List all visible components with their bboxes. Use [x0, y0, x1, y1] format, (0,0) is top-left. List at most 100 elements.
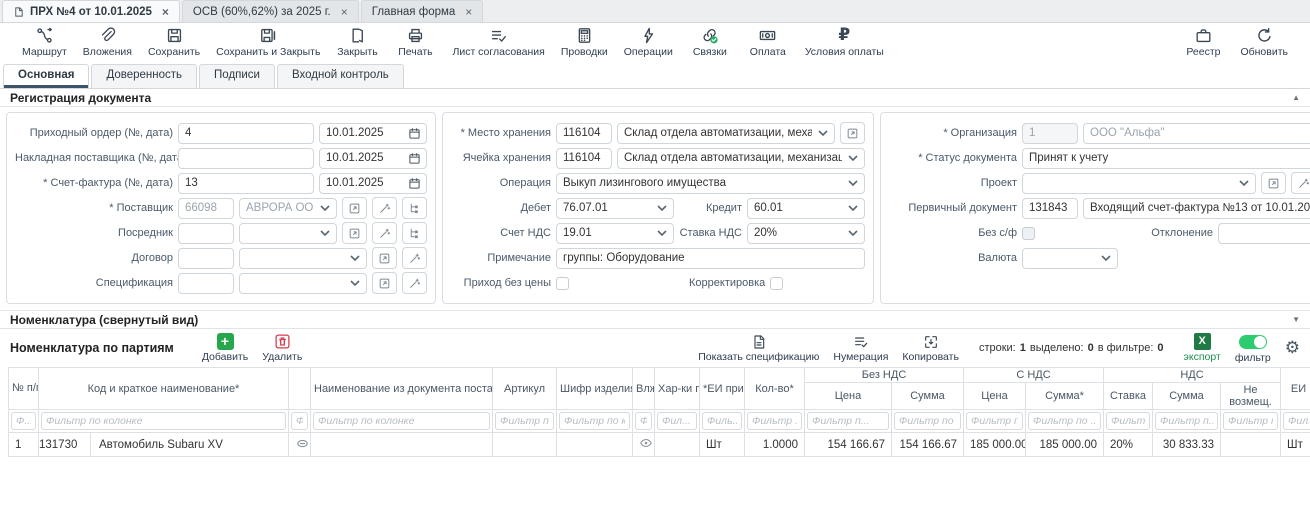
magic-wand-button[interactable] — [372, 197, 397, 219]
waybill-number-field[interactable] — [178, 148, 314, 169]
magic-wand-button[interactable] — [402, 247, 427, 269]
toggle-on-icon[interactable] — [1239, 335, 1267, 349]
magic-wand-button[interactable] — [402, 272, 427, 294]
postings-button[interactable]: Проводки — [553, 26, 616, 58]
col-code-name[interactable]: Код и краткое наименование* — [39, 368, 289, 410]
print-button[interactable]: Печать — [386, 26, 444, 58]
col-price-vat[interactable]: Цена — [964, 383, 1026, 410]
numbering-button[interactable]: Нумерация — [833, 334, 888, 363]
tab-input-control[interactable]: Входной контроль — [277, 64, 404, 88]
no-price-checkbox[interactable] — [556, 277, 569, 290]
price-vat-cell[interactable]: 185 000.00 — [964, 433, 1026, 457]
refresh-button[interactable]: Обновить — [1232, 26, 1296, 58]
filter-input[interactable] — [966, 412, 1023, 430]
window-tab-main-form[interactable]: Главная форма × — [361, 0, 484, 22]
col-num[interactable]: № п/п ▲ — [9, 368, 39, 410]
col-sum-vat[interactable]: Сумма* — [1026, 383, 1104, 410]
supplier-select[interactable]: АВРОРА ООО — [239, 198, 337, 219]
storage-code-field[interactable] — [556, 123, 612, 144]
middleman-select[interactable] — [239, 223, 337, 244]
product-code-cell[interactable] — [557, 433, 633, 457]
storage-select[interactable]: Склад отдела автоматизации, механизации … — [617, 123, 835, 144]
spec-code-field[interactable] — [178, 273, 234, 294]
sum-vat-cell[interactable]: 185 000.00 — [1026, 433, 1104, 457]
contract-select[interactable] — [239, 248, 367, 269]
col-non-refund[interactable]: Не возмещ. — [1221, 383, 1281, 410]
links-button[interactable]: Связки — [681, 26, 739, 58]
organization-select[interactable]: ООО "Альфа" — [1083, 123, 1310, 144]
correction-checkbox[interactable] — [770, 277, 783, 290]
hierarchy-button[interactable] — [402, 222, 427, 244]
filter-input[interactable] — [1028, 412, 1101, 430]
operations-button[interactable]: Операции — [616, 26, 681, 58]
close-icon[interactable]: × — [465, 5, 472, 19]
save-and-close-button[interactable]: Сохранить и Закрыть — [208, 26, 328, 58]
open-card-button[interactable] — [1261, 172, 1286, 194]
note-field[interactable] — [556, 248, 865, 269]
article-cell[interactable] — [493, 433, 557, 457]
filter-input[interactable] — [291, 412, 308, 430]
project-select[interactable] — [1022, 173, 1256, 194]
spec-select[interactable] — [239, 273, 367, 294]
filter-input[interactable] — [702, 412, 742, 430]
col-product-code[interactable]: Шифр изделия — [557, 368, 633, 410]
filter-input[interactable] — [313, 412, 490, 430]
filter-input[interactable] — [635, 412, 652, 430]
filter-input[interactable] — [1223, 412, 1278, 430]
col-article[interactable]: Артикул — [493, 368, 557, 410]
open-card-button[interactable] — [372, 272, 397, 294]
batch-chars-cell[interactable] — [655, 433, 700, 457]
status-select[interactable]: Принят к учету — [1022, 148, 1310, 169]
hierarchy-button[interactable] — [402, 197, 427, 219]
code-name-cell[interactable]: 131730 Автомобиль Subaru XV — [39, 433, 289, 457]
col-vlozh[interactable]: Влж — [633, 368, 655, 410]
window-tab-document[interactable]: ПРХ №4 от 10.01.2025 × — [2, 0, 180, 22]
waybill-date-input[interactable] — [319, 148, 427, 169]
col-batch-chars[interactable]: Хар-ки партии — [655, 368, 700, 410]
collapse-icon[interactable]: ▲ — [1292, 93, 1300, 102]
operation-select[interactable]: Выкуп лизингового имущества — [556, 173, 865, 194]
vat-rate-select[interactable]: 20% — [747, 223, 865, 244]
col-rate[interactable]: Ставка — [1104, 383, 1153, 410]
filter-input[interactable] — [1106, 412, 1150, 430]
tab-signatures[interactable]: Подписи — [199, 64, 275, 88]
filter-input[interactable] — [747, 412, 802, 430]
filter-input[interactable] — [495, 412, 554, 430]
sum-no-vat-cell[interactable]: 154 166.67 — [892, 433, 964, 457]
close-button[interactable]: Закрыть — [328, 26, 386, 58]
open-card-button[interactable] — [342, 222, 367, 244]
invoice-date-input[interactable] — [319, 173, 427, 194]
attachments-button[interactable]: Вложения — [75, 26, 140, 58]
vat-account-select[interactable]: 19.01 — [556, 223, 674, 244]
primary-doc-code-field[interactable] — [1022, 198, 1078, 219]
col-link[interactable] — [289, 368, 311, 410]
add-row-button[interactable]: + Добавить — [202, 333, 248, 363]
col-vat-sum[interactable]: Сумма — [1153, 383, 1221, 410]
approval-sheet-button[interactable]: Лист согласования — [444, 26, 552, 58]
tab-power-of-attorney[interactable]: Доверенность — [91, 64, 197, 88]
order-number-field[interactable] — [178, 123, 314, 144]
gear-icon[interactable]: ⚙ — [1285, 338, 1300, 358]
open-card-button[interactable] — [372, 247, 397, 269]
col-accept-unit[interactable]: *ЕИ приемки — [700, 368, 745, 410]
open-card-button[interactable] — [342, 197, 367, 219]
col-sum-no-vat[interactable]: Сумма — [892, 383, 964, 410]
filter-input[interactable] — [41, 412, 286, 430]
collapse-icon[interactable]: ▼ — [1292, 315, 1300, 324]
table-row[interactable]: 1 131730 Автомобиль Subaru XV Шт 1.000 — [9, 433, 1310, 457]
supplier-code-field[interactable] — [178, 198, 234, 219]
col-unit[interactable]: ЕИ — [1281, 368, 1310, 410]
order-date-field[interactable] — [319, 123, 427, 144]
filter-toggle[interactable]: фильтр — [1235, 333, 1271, 364]
qty-cell[interactable]: 1.0000 — [745, 433, 805, 457]
invoice-date-field[interactable] — [319, 173, 427, 194]
rate-cell[interactable]: 20% — [1104, 433, 1153, 457]
magic-wand-button[interactable] — [372, 222, 397, 244]
save-button[interactable]: Сохранить — [140, 26, 208, 58]
close-icon[interactable]: × — [341, 5, 348, 19]
payment-terms-button[interactable]: ₽ Условия оплаты — [797, 26, 892, 58]
storage-cell-code-field[interactable] — [556, 148, 612, 169]
storage-cell-select[interactable]: Склад отдела автоматизации, механизации … — [617, 148, 865, 169]
delete-row-button[interactable]: Удалить — [262, 333, 302, 363]
close-icon[interactable]: × — [162, 5, 169, 19]
